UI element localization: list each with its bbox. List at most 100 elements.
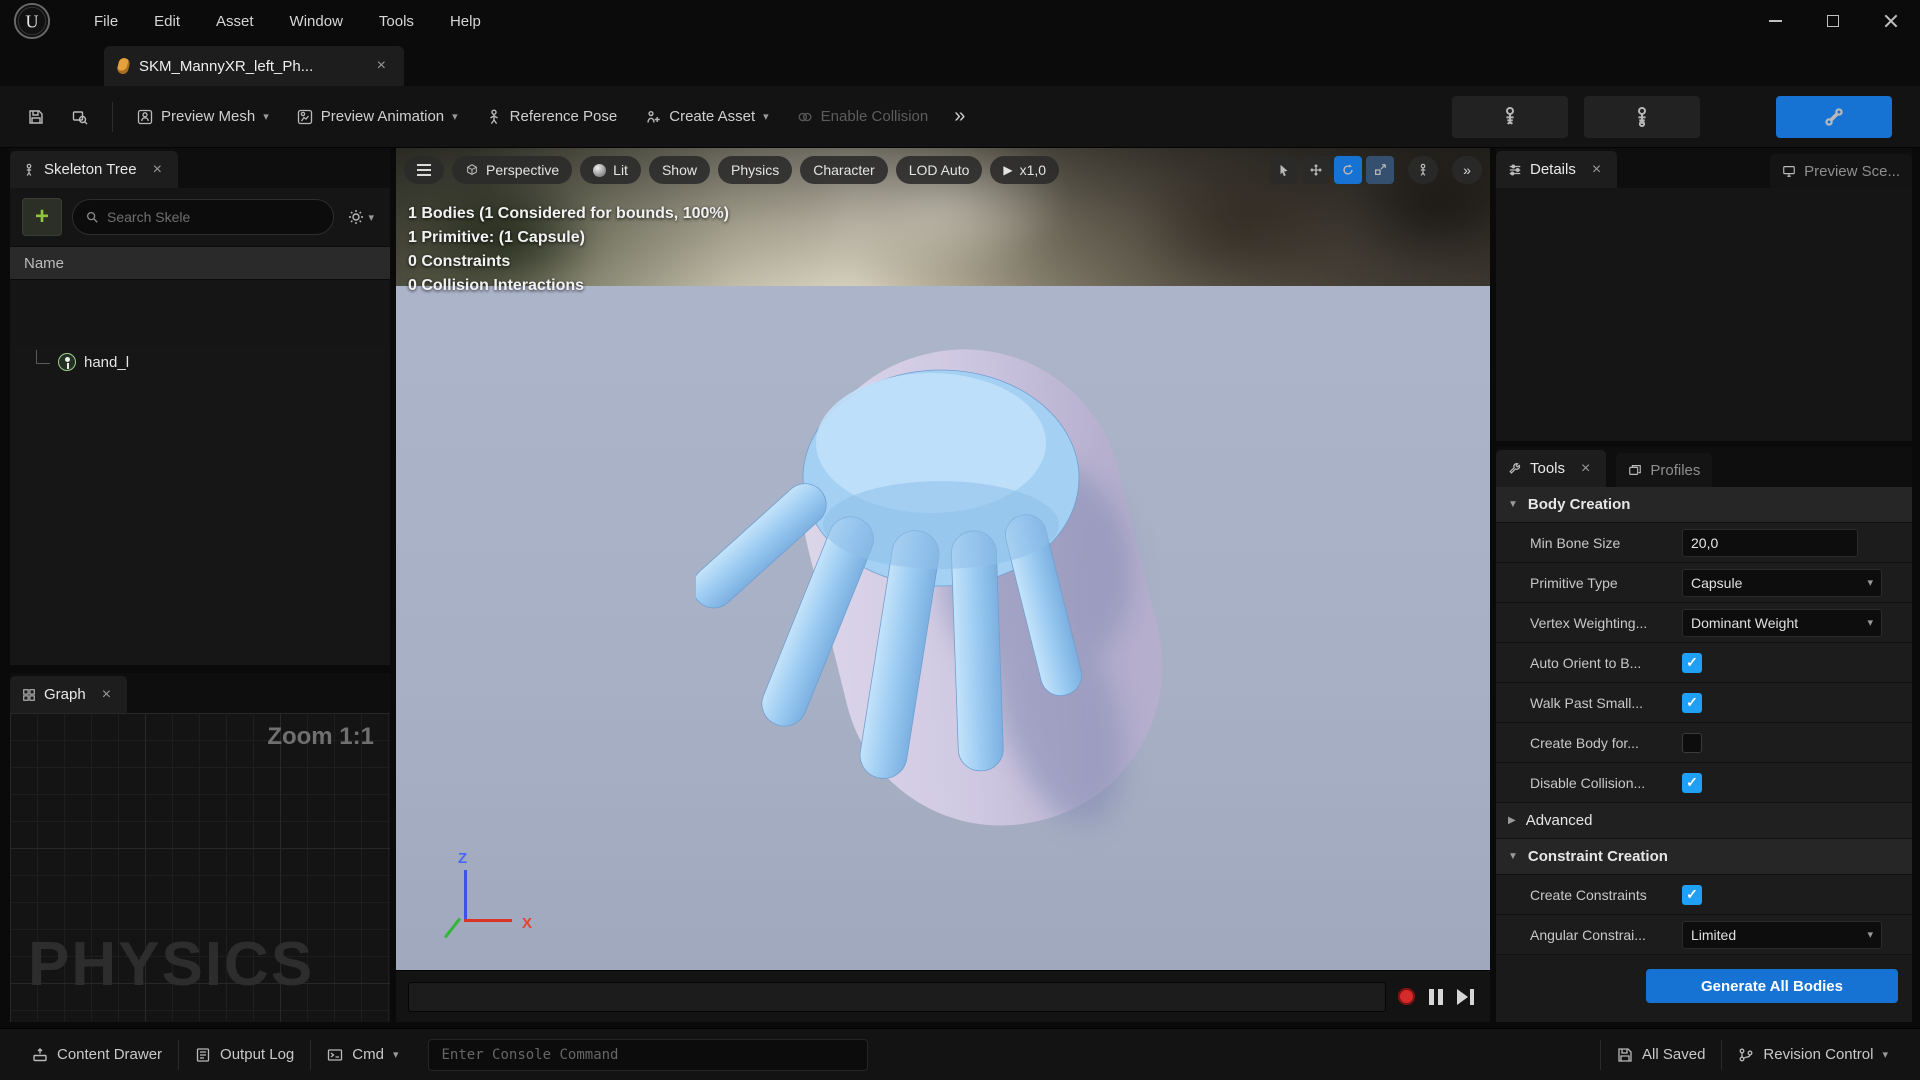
panel-close-icon[interactable]: × [1577, 459, 1594, 479]
skeleton-tree-list: hand_l [10, 346, 390, 665]
skeleton-settings-dropdown[interactable]: ▾ [344, 205, 378, 229]
chevron-down-icon: ▾ [1882, 1049, 1888, 1061]
perspective-dropdown[interactable]: Perspective [452, 156, 573, 184]
menu-asset[interactable]: Asset [200, 7, 270, 36]
unreal-logo[interactable]: U [0, 0, 64, 42]
double-chevron-icon: » [1463, 162, 1471, 178]
lod-dropdown[interactable]: LOD Auto [895, 156, 983, 184]
rotate-tool-button[interactable] [1334, 156, 1362, 184]
section-body-creation[interactable]: ▼ Body Creation [1496, 487, 1912, 523]
show-constraints-button[interactable] [1584, 95, 1700, 138]
revision-control-dropdown[interactable]: Revision Control ▾ [1722, 1029, 1904, 1080]
preview-animation-dropdown[interactable]: Preview Animation ▾ [287, 100, 468, 133]
axis-gizmo: Z X [434, 850, 534, 950]
auto-orient-checkbox[interactable] [1682, 652, 1702, 673]
preview-anchor-button[interactable] [1408, 156, 1438, 184]
close-button[interactable] [1862, 0, 1920, 42]
tab-close-icon[interactable]: × [373, 56, 390, 76]
menu-file[interactable]: File [78, 7, 134, 36]
save-button[interactable] [18, 101, 54, 133]
create-asset-dropdown[interactable]: Create Asset ▾ [635, 100, 778, 133]
tools-content: ▼ Body Creation Min Bone Size Primitive … [1496, 487, 1912, 1022]
move-tool-button[interactable] [1302, 156, 1330, 184]
content-drawer-button[interactable]: Content Drawer [16, 1029, 178, 1080]
disable-collision-checkbox[interactable] [1682, 772, 1702, 793]
scale-tool-button[interactable] [1366, 156, 1394, 184]
viewport-overflow-chevron[interactable]: » [1452, 156, 1482, 184]
vertex-weighting-select[interactable]: Dominant Weight ▾ [1682, 608, 1882, 637]
property-row-create-constraints: Create Constraints [1496, 875, 1912, 915]
character-dropdown[interactable]: Character [800, 156, 888, 184]
skeleton-tree-toolbar: + ▾ [10, 188, 390, 246]
panel-close-icon[interactable]: × [1588, 160, 1605, 180]
tree-row-hand-l[interactable]: hand_l [10, 346, 390, 378]
speed-label: x1,0 [1019, 162, 1047, 178]
graph-canvas[interactable]: Zoom 1:1 PHYSICS [10, 713, 390, 1022]
viewport[interactable]: Perspective Lit Show Physics Character L… [396, 148, 1490, 1022]
menu-tools[interactable]: Tools [363, 7, 430, 36]
output-log-button[interactable]: Output Log [179, 1029, 310, 1080]
cmd-dropdown[interactable]: Cmd ▾ [311, 1029, 414, 1080]
tab-profiles[interactable]: Profiles [1616, 453, 1713, 487]
tab-details[interactable]: Details × [1496, 151, 1618, 188]
section-constraint-creation[interactable]: ▼ Constraint Creation [1496, 839, 1912, 875]
lit-dropdown[interactable]: Lit [580, 156, 641, 184]
menu-help[interactable]: Help [434, 7, 497, 36]
all-saved-button[interactable]: All Saved [1601, 1029, 1721, 1080]
bone-icon [1825, 107, 1843, 126]
show-dropdown[interactable]: Show [648, 156, 710, 184]
tab-preview-scene[interactable]: Preview Sce... [1770, 154, 1912, 188]
lod-label: LOD Auto [908, 162, 970, 178]
viewport-menu-button[interactable] [404, 156, 444, 184]
add-bone-button[interactable]: + [22, 198, 62, 236]
enable-collision-button[interactable]: Enable Collision [787, 100, 939, 133]
tab-tools[interactable]: Tools × [1496, 450, 1607, 487]
section-advanced[interactable]: ▶ Advanced [1496, 803, 1912, 839]
status-bar: Content Drawer Output Log Cmd ▾ All Save… [0, 1028, 1920, 1080]
expanded-arrow-icon: ▼ [1508, 499, 1518, 510]
preview-mesh-label: Preview Mesh [161, 108, 256, 125]
playback-speed-button[interactable]: ▶ x1,0 [990, 156, 1060, 184]
property-label: Auto Orient to B... [1530, 654, 1642, 671]
walk-past-checkbox[interactable] [1682, 692, 1702, 713]
reference-pose-button[interactable]: Reference Pose [476, 100, 628, 133]
minimize-button[interactable] [1746, 0, 1804, 42]
timeline-track[interactable] [408, 981, 1386, 1012]
profiles-icon [1629, 465, 1642, 475]
browse-to-asset-button[interactable] [62, 101, 98, 133]
skeleton-search-input[interactable] [107, 209, 322, 225]
panel-close-icon[interactable]: × [149, 160, 166, 180]
create-constraints-checkbox[interactable] [1682, 884, 1702, 905]
tab-skeleton-tree[interactable]: Skeleton Tree × [10, 151, 178, 188]
record-button[interactable] [1398, 988, 1415, 1005]
primitive-type-select[interactable]: Capsule ▾ [1682, 568, 1882, 597]
maximize-button[interactable] [1804, 0, 1862, 42]
property-label: Vertex Weighting... [1530, 614, 1648, 631]
select-value: Capsule [1691, 574, 1743, 591]
stat-primitives: 1 Primitive: (1 Capsule) [408, 229, 585, 246]
angular-constraint-select[interactable]: Limited ▾ [1682, 920, 1882, 949]
timeline-bar [396, 970, 1490, 1022]
asset-tab[interactable]: SKM_MannyXR_left_Ph... × [104, 46, 404, 86]
console-input[interactable] [428, 1038, 869, 1071]
graph-panel: Graph × Zoom 1:1 PHYSICS [10, 673, 390, 1022]
scale-icon [1375, 164, 1386, 175]
show-label: Show [661, 162, 697, 178]
generate-all-bodies-button[interactable]: Generate All Bodies [1646, 969, 1898, 1003]
menu-edit[interactable]: Edit [138, 7, 196, 36]
name-column-header[interactable]: Name [10, 246, 390, 280]
panel-close-icon[interactable]: × [98, 685, 115, 705]
select-tool-button[interactable] [1270, 156, 1298, 184]
min-bone-size-input[interactable] [1682, 528, 1858, 557]
physics-tool-button[interactable] [1776, 95, 1892, 138]
tab-graph[interactable]: Graph × [10, 676, 128, 713]
step-forward-button[interactable] [1457, 988, 1474, 1005]
preview-mesh-dropdown[interactable]: Preview Mesh ▾ [127, 100, 279, 133]
pause-button[interactable] [1429, 988, 1443, 1005]
physics-dropdown[interactable]: Physics [717, 156, 793, 184]
show-bodies-button[interactable] [1452, 95, 1568, 138]
menu-window[interactable]: Window [274, 7, 359, 36]
cursor-icon [1280, 164, 1288, 177]
create-body-checkbox[interactable] [1682, 732, 1702, 753]
toolbar-overflow-chevron[interactable]: » [946, 105, 973, 128]
